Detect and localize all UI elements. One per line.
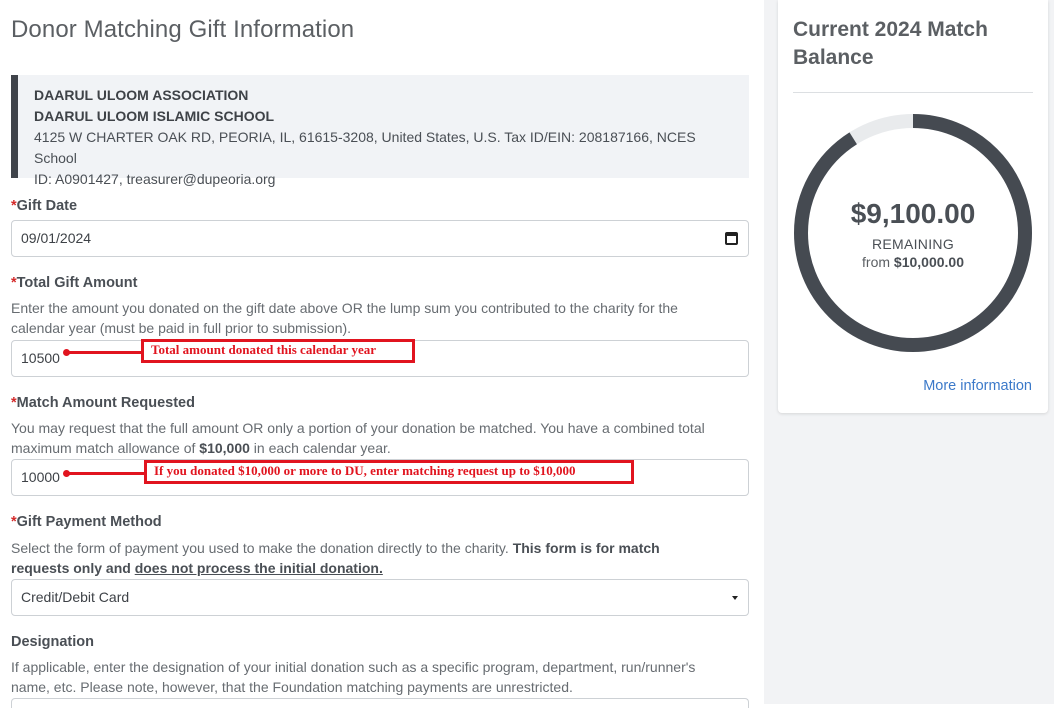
charity-info-box: DAARUL ULOOM ASSOCIATION DAARUL ULOOM IS… bbox=[11, 75, 749, 187]
donut-remaining-arc bbox=[794, 114, 1032, 352]
annotation-match-callout: If you donated $10,000 or more to DU, en… bbox=[144, 460, 634, 484]
charity-address-line2: ID: A0901427, treasurer@dupeoria.org bbox=[34, 171, 276, 187]
divider bbox=[793, 92, 1033, 93]
charity-address-line1: 4125 W CHARTER OAK RD, PEORIA, IL, 61615… bbox=[34, 129, 696, 166]
designation-help: If applicable, enter the designation of … bbox=[11, 659, 696, 695]
payment-method-help: Select the form of payment you used to m… bbox=[11, 540, 660, 576]
remaining-label: REMAINING bbox=[871, 236, 955, 252]
balance-from-total: from $10,000.00 bbox=[862, 254, 964, 270]
main-form-column: Donor Matching Gift Information DAARUL U… bbox=[0, 0, 764, 708]
total-gift-help: Enter the amount you donated on the gift… bbox=[11, 300, 678, 336]
match-amount-help: You may request that the full amount OR … bbox=[11, 420, 705, 456]
more-information-link[interactable]: More information bbox=[923, 378, 1032, 394]
designation-input[interactable] bbox=[11, 698, 749, 708]
total-gift-value: 10500 bbox=[21, 350, 60, 366]
annotation-total-callout: Total amount donated this calendar year bbox=[141, 339, 415, 363]
match-amount-value: 10000 bbox=[21, 469, 60, 485]
total-gift-label: *Total Gift Amount bbox=[11, 275, 138, 291]
balance-donut-chart bbox=[794, 114, 1032, 352]
designation-label: Designation bbox=[11, 634, 94, 650]
calendar-icon[interactable] bbox=[725, 232, 738, 245]
payment-method-label: *Gift Payment Method bbox=[11, 514, 162, 530]
gift-date-input[interactable]: 09/01/2024 bbox=[11, 220, 749, 257]
annotation-arrow-line bbox=[66, 351, 142, 354]
balance-amount: $9,100.00 bbox=[850, 198, 976, 229]
charity-name-secondary: DAARUL ULOOM ISLAMIC SCHOOL bbox=[34, 108, 275, 124]
match-balance-card: Current 2024 Match Balance $9,100.00 REM… bbox=[778, 0, 1048, 413]
chevron-down-icon bbox=[732, 596, 738, 600]
annotation-arrow-line bbox=[66, 472, 146, 475]
balance-card-title: Current 2024 Match Balance bbox=[793, 18, 988, 69]
page-title: Donor Matching Gift Information bbox=[11, 16, 355, 43]
payment-method-selected: Credit/Debit Card bbox=[21, 589, 130, 605]
payment-method-select[interactable]: Credit/Debit Card bbox=[11, 579, 749, 616]
charity-name-primary: DAARUL ULOOM ASSOCIATION bbox=[34, 87, 249, 103]
gift-date-label: *Gift Date bbox=[11, 198, 78, 214]
gift-date-value: 09/01/2024 bbox=[21, 230, 92, 246]
match-amount-label: *Match Amount Requested bbox=[11, 395, 195, 411]
